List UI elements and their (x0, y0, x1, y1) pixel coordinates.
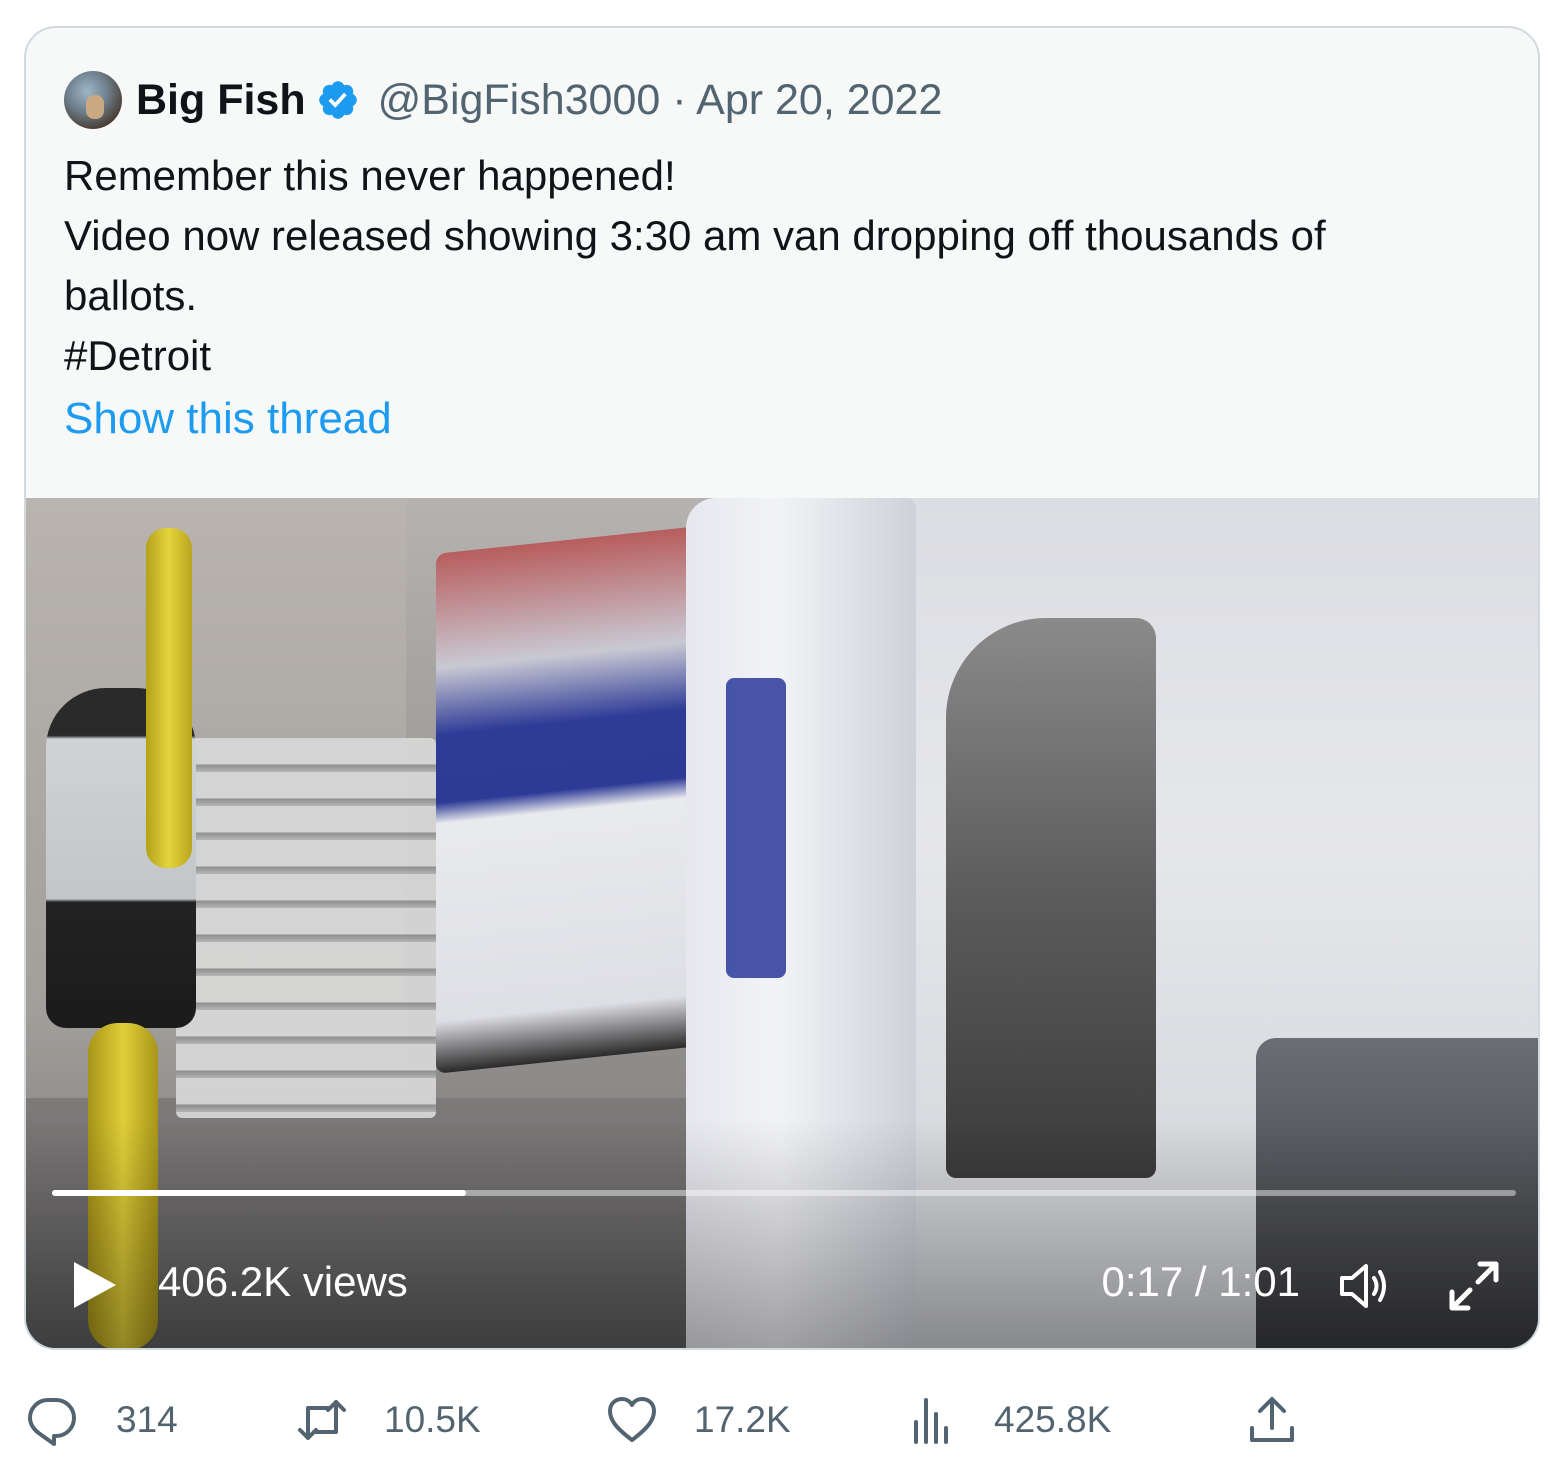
view-count: 425.8K (994, 1399, 1112, 1440)
video-player[interactable]: 406.2K views 0:17 / 1:01 (26, 498, 1538, 1348)
reply-button[interactable]: 314 (26, 1394, 178, 1446)
volume-icon[interactable] (1334, 1256, 1394, 1316)
tweet-text: Remember this never happened! Video now … (64, 146, 1504, 386)
reply-icon (28, 1398, 76, 1446)
video-frame-van-opening (946, 618, 1156, 1178)
tweet-card[interactable]: Big Fish @BigFish3000 · Apr 20, 2022 Rem… (24, 26, 1540, 1350)
video-controls-gradient (26, 1118, 1538, 1348)
reply-count: 314 (116, 1399, 178, 1440)
video-progress-bar[interactable] (52, 1190, 1516, 1196)
author-name[interactable]: Big Fish (136, 76, 306, 125)
author-avatar[interactable] (64, 71, 122, 129)
verified-badge-icon (318, 81, 357, 119)
tweet-line: Remember this never happened! (64, 152, 676, 199)
share-button[interactable] (1246, 1394, 1298, 1446)
like-button[interactable]: 17.2K (606, 1394, 791, 1446)
video-frame-yellow-pole (146, 528, 192, 868)
tweet-header: Big Fish @BigFish3000 · Apr 20, 2022 (64, 71, 943, 129)
share-icon (1250, 1397, 1294, 1442)
show-thread-link[interactable]: Show this thread (64, 394, 392, 444)
retweet-icon (298, 1400, 346, 1440)
retweet-count: 10.5K (384, 1399, 481, 1440)
retweet-button[interactable]: 10.5K (296, 1394, 481, 1446)
video-time: 0:17 / 1:01 (1101, 1258, 1301, 1305)
video-view-count: 406.2K views (158, 1258, 408, 1305)
fullscreen-icon[interactable] (1444, 1256, 1504, 1316)
hashtag-link[interactable]: #Detroit (64, 326, 1504, 386)
play-icon[interactable] (70, 1260, 120, 1310)
video-frame-door-stripe (726, 678, 786, 978)
tweet-line: ballots. (64, 272, 198, 319)
video-progress-fill (52, 1190, 467, 1196)
video-frame-boxes (176, 738, 436, 1118)
tweet-action-bar: 314 10.5K 17.2K 425.8K (0, 1380, 1563, 1460)
analytics-icon (914, 1398, 948, 1444)
analytics-button[interactable]: 425.8K (906, 1394, 1111, 1446)
tweet-line: Video now released showing 3:30 am van d… (64, 212, 1326, 259)
like-count: 17.2K (694, 1399, 791, 1440)
author-handle-date[interactable]: @BigFish3000 · Apr 20, 2022 (378, 76, 943, 125)
heart-icon (608, 1397, 656, 1442)
